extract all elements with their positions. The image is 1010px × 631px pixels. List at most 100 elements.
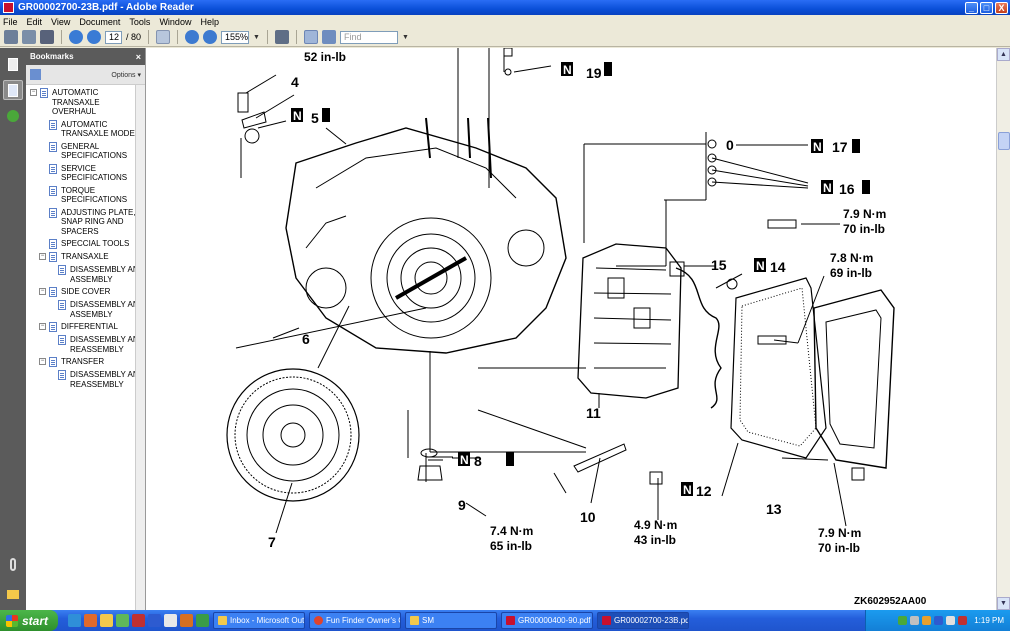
- task-outlook[interactable]: Inbox - Microsoft Out...: [213, 612, 305, 629]
- menu-tools[interactable]: Tools: [129, 17, 150, 27]
- bookmarks-close-icon[interactable]: ×: [136, 52, 141, 62]
- n-label: N: [683, 483, 692, 497]
- bookmark-item[interactable]: GENERAL SPECIFICATIONS: [26, 141, 145, 161]
- attachments-button[interactable]: [3, 554, 23, 574]
- bookmark-item[interactable]: ADJUSTING PLATE, SNAP RING AND SPACERS: [26, 207, 145, 237]
- find-dropdown-icon[interactable]: ▼: [402, 34, 409, 41]
- bookmark-item[interactable]: − AUTOMATIC TRANSAXLE OVERHAUL: [26, 88, 145, 117]
- zoom-dropdown-icon[interactable]: ▼: [253, 34, 260, 41]
- zoom-input[interactable]: 155%: [221, 30, 250, 44]
- minimize-button[interactable]: _: [965, 1, 978, 14]
- bookmark-item[interactable]: DISASSEMBLY AND ASSEMBLY: [26, 300, 145, 319]
- quicklaunch-icon[interactable]: [84, 614, 97, 627]
- task-browser[interactable]: Fun Finder Owner's C...: [309, 612, 401, 629]
- document-view[interactable]: 4 5 19 0 17 16 15 14 6 11 8 9 10 12 13 7…: [146, 48, 996, 610]
- tray-icon[interactable]: [910, 616, 920, 625]
- next-page-icon[interactable]: [87, 30, 101, 44]
- network-icon[interactable]: [934, 616, 944, 625]
- task-folder[interactable]: SM: [405, 612, 497, 629]
- pages-button[interactable]: [3, 54, 23, 74]
- bookmark-item[interactable]: − TRANSFER: [26, 357, 145, 367]
- expand-collapse-icon[interactable]: −: [39, 253, 46, 260]
- tray-icon[interactable]: [898, 616, 908, 625]
- quicklaunch-icon[interactable]: [180, 614, 193, 627]
- quicklaunch-icon[interactable]: [164, 614, 177, 627]
- bookmark-item[interactable]: AUTOMATIC TRANSAXLE MODELS: [26, 119, 145, 139]
- zoom-out-icon[interactable]: [185, 30, 200, 44]
- help-icon: [7, 110, 19, 122]
- close-button[interactable]: X: [995, 1, 1008, 14]
- fluid-bottle-icon: [862, 180, 870, 194]
- quicklaunch-icon[interactable]: [132, 614, 145, 627]
- print-icon[interactable]: [4, 30, 18, 44]
- scroll-thumb[interactable]: [998, 132, 1010, 150]
- bookmark-item[interactable]: SPECCIAL TOOLS: [26, 239, 145, 249]
- bookmark-item[interactable]: − TRANSAXLE: [26, 252, 145, 262]
- o-ring-8: [420, 448, 438, 458]
- leader-line: [590, 457, 601, 504]
- bookmark-item[interactable]: DISASSEMBLY AND ASSEMBLY: [26, 265, 145, 284]
- torque-7.9-nm-b: 7.9 N·m: [818, 526, 861, 540]
- options-menu[interactable]: Options ▾: [111, 71, 141, 79]
- menu-edit[interactable]: Edit: [27, 17, 43, 27]
- bookmark-label: TORQUE SPECIFICATIONS: [61, 185, 128, 205]
- save-icon[interactable]: [22, 30, 36, 44]
- volume-icon[interactable]: [946, 616, 956, 625]
- menu-file[interactable]: File: [3, 17, 18, 27]
- browser-icon[interactable]: [68, 614, 81, 627]
- zoom-in-icon[interactable]: [203, 30, 218, 44]
- document-scrollbar[interactable]: ▲ ▼: [996, 48, 1010, 610]
- bookmark-label: SIDE COVER: [61, 287, 111, 296]
- expand-collapse-icon[interactable]: −: [39, 358, 46, 365]
- bookmarks-button[interactable]: [3, 80, 23, 100]
- scroll-up-icon[interactable]: ▲: [997, 48, 1010, 61]
- find-input[interactable]: Find: [339, 30, 398, 44]
- page-number-input[interactable]: 12: [105, 30, 122, 44]
- tray-icon[interactable]: [922, 616, 932, 625]
- start-button[interactable]: start: [0, 610, 58, 631]
- bookmark-item[interactable]: TORQUE SPECIFICATIONS: [26, 185, 145, 205]
- leader-line: [272, 327, 300, 339]
- tray-icon[interactable]: [958, 616, 968, 625]
- fit-page-icon[interactable]: [303, 30, 318, 44]
- bookmark-item[interactable]: SERVICE SPECIFICATIONS: [26, 163, 145, 183]
- quicklaunch-icon[interactable]: [148, 614, 161, 627]
- quicklaunch-icon[interactable]: [100, 614, 113, 627]
- bookmark-item[interactable]: − SIDE COVER: [26, 287, 145, 297]
- menu-help[interactable]: Help: [200, 17, 219, 27]
- binoculars-icon[interactable]: [40, 30, 54, 44]
- bookmark-label: DISASSEMBLY AND REASSEMBLY: [70, 335, 145, 354]
- o-ring: [504, 68, 512, 76]
- menu-bar: File Edit View Document Tools Window Hel…: [0, 15, 1010, 28]
- leader-line: [711, 157, 809, 184]
- bookmark-label: DISASSEMBLY AND ASSEMBLY: [70, 300, 145, 319]
- case-boss: [305, 267, 347, 309]
- fit-width-icon[interactable]: [321, 30, 336, 44]
- maximize-button[interactable]: □: [980, 1, 993, 14]
- snapshot-icon[interactable]: [274, 30, 289, 44]
- previous-page-icon[interactable]: [69, 30, 83, 44]
- expand-collapse-icon[interactable]: −: [39, 323, 46, 330]
- menu-view[interactable]: View: [51, 17, 70, 27]
- menu-document[interactable]: Document: [79, 17, 120, 27]
- case-boss: [507, 229, 545, 267]
- bookmark-page-icon: [49, 119, 57, 130]
- quicklaunch-icon[interactable]: [116, 614, 129, 627]
- bookmarks-scrollbar[interactable]: [135, 85, 145, 610]
- bookmark-options-icon[interactable]: [30, 69, 41, 80]
- bookmark-item[interactable]: − DIFFERENTIAL: [26, 322, 145, 332]
- leader-line: [465, 502, 487, 517]
- bookmark-item[interactable]: DISASSEMBLY AND REASSEMBLY: [26, 370, 145, 389]
- task-pdf-2[interactable]: GR00002700-23B.pdf...: [597, 612, 689, 629]
- toolbar-separator: [61, 30, 62, 44]
- help-button[interactable]: [3, 106, 23, 126]
- bookmark-item[interactable]: DISASSEMBLY AND REASSEMBLY: [26, 335, 145, 354]
- quicklaunch-icon[interactable]: [196, 614, 209, 627]
- task-pdf-1[interactable]: GR00000400-90.pdf ...: [501, 612, 593, 629]
- expand-collapse-icon[interactable]: −: [30, 89, 37, 96]
- scroll-down-icon[interactable]: ▼: [997, 597, 1010, 610]
- expand-collapse-icon[interactable]: −: [39, 288, 46, 295]
- menu-window[interactable]: Window: [159, 17, 191, 27]
- select-tool-icon[interactable]: [156, 30, 171, 44]
- comments-button[interactable]: [3, 584, 23, 604]
